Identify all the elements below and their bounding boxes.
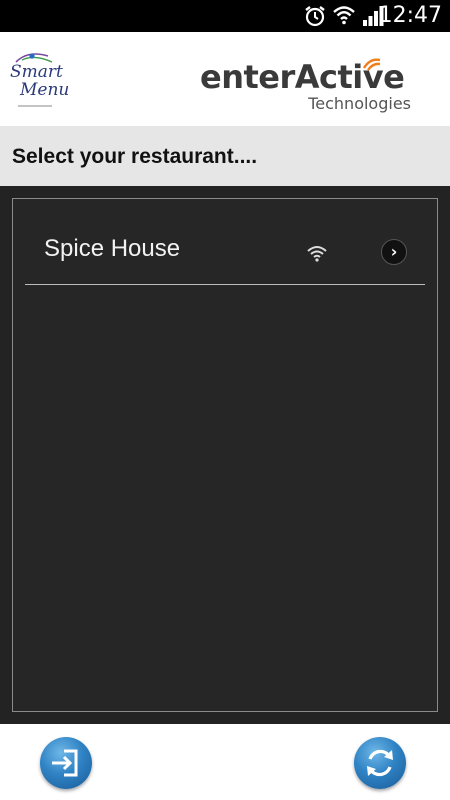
refresh-icon (367, 749, 393, 777)
chevron-right-icon[interactable]: › (381, 239, 407, 265)
smart-logo-line1: Smart (10, 62, 63, 82)
brand-tagline: Technologies (308, 94, 411, 113)
brand-name-part2: ctive (319, 58, 405, 96)
smart-menu-logo: Smart Menu (8, 48, 69, 110)
restaurant-name: Spice House (44, 235, 181, 262)
brand-name: enterActive (200, 58, 405, 96)
restaurant-list: Spice House › (12, 198, 438, 712)
restaurant-list-item[interactable]: Spice House › (25, 213, 425, 285)
title-bar: Select your restaurant.... (0, 126, 450, 186)
alarm-icon (305, 6, 325, 27)
smart-logo-line2: Menu (20, 80, 70, 100)
login-button[interactable] (40, 737, 92, 789)
page-title: Select your restaurant.... (12, 145, 258, 168)
wifi-icon (307, 246, 327, 262)
status-time: 12:47 (378, 3, 442, 28)
restaurant-list-area: Spice House › (0, 186, 450, 724)
brand-name-part1: enterA (200, 58, 320, 96)
app-header: Smart Menu enterActive Technologies (0, 32, 450, 126)
login-icon (52, 749, 78, 777)
wifi-icon (333, 6, 355, 25)
refresh-button[interactable] (354, 737, 406, 789)
bottom-bar (0, 724, 450, 800)
enteractive-logo: enterActive Technologies (200, 54, 415, 116)
status-bar: 12:47 (0, 0, 450, 32)
